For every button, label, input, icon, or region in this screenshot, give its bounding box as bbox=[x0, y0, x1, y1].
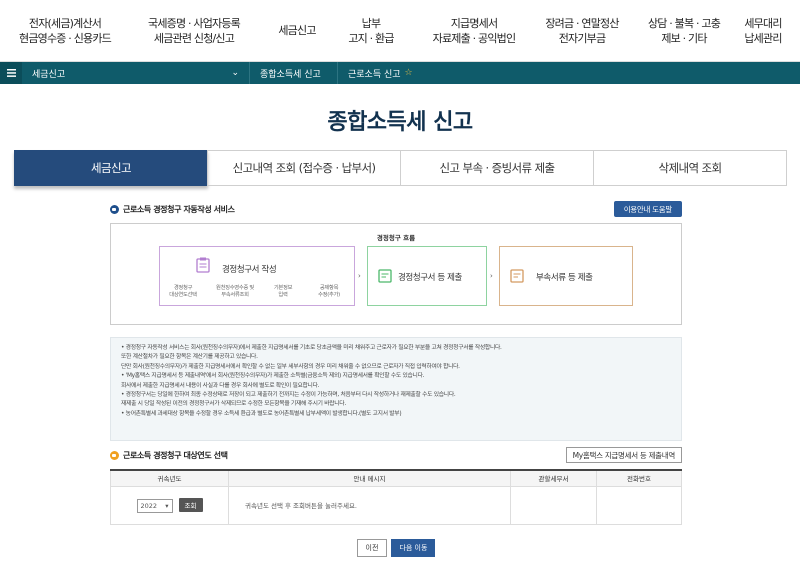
column-header-message: 안내 메시지 bbox=[228, 470, 511, 487]
nav-item-certificates[interactable]: 국세증명 · 사업자등록 세금관련 신청/신고 bbox=[124, 16, 264, 46]
flow-step-submit-label: 경정청구서 등 제출 bbox=[398, 273, 462, 283]
clipboard-icon bbox=[196, 257, 210, 273]
table-row: 2022 ▾ 조회 귀속년도 선택 후 조회버튼을 눌러주세요. bbox=[110, 485, 682, 525]
nav-item-label: 장려금 · 연말정산 bbox=[545, 16, 619, 30]
info-line: • 'My홈택스 지급명세서 등 제출내역'에서 회사(원천징수의무자)가 제출… bbox=[121, 373, 425, 380]
tab-attachments[interactable]: 신고 부속 · 증빙서류 제출 bbox=[400, 150, 594, 186]
breadcrumb-level1-label: 세금신고 bbox=[32, 69, 66, 80]
nav-item-label: 국세증명 · 사업자등록 bbox=[148, 16, 241, 30]
breadcrumb: 세금신고 ⌄ 종합소득세 신고 근로소득 신고 ☆ bbox=[0, 62, 800, 84]
column-header-phone: 전화번호 bbox=[596, 470, 682, 487]
document-icon bbox=[510, 269, 524, 283]
nav-item-einvoice[interactable]: 전자(세금)계산서 현금영수증 · 신용카드 bbox=[12, 16, 118, 46]
nav-item-sublabel: 납세관리 bbox=[744, 31, 782, 45]
breadcrumb-level3[interactable]: 근로소득 신고 ☆ bbox=[338, 62, 423, 84]
chevron-down-icon: ⌄ bbox=[231, 68, 239, 78]
nav-item-label: 전자(세금)계산서 bbox=[28, 16, 102, 30]
column-header-year: 귀속년도 bbox=[110, 470, 229, 487]
next-button[interactable]: 다음 이동 bbox=[391, 538, 436, 557]
query-button[interactable]: 조회 bbox=[178, 497, 203, 512]
prev-button[interactable]: 이전 bbox=[356, 538, 388, 557]
flow-step-write: 경정청구서 작성 경정청구 대상연도선택 원천징수영수증 및 부속서류조회 기본… bbox=[159, 246, 355, 306]
tab-filing-history[interactable]: 신고내역 조회 (접수증 · 납부서) bbox=[207, 150, 401, 186]
nav-item-tax-agent[interactable]: 세무대리 납세관리 bbox=[734, 16, 792, 46]
info-line: • 경정청구 자동작성 서비스는 회사(원천징수의무자)에서 제출한 지급명세서… bbox=[121, 345, 502, 351]
guide-message: 귀속년도 선택 후 조회버튼을 눌러주세요. bbox=[228, 485, 511, 525]
bullet-icon bbox=[110, 450, 119, 460]
info-line: • 농어촌특별세 과세대상 항목을 수정할 경우 소득세 환급과 별도로 농어촌… bbox=[121, 410, 402, 417]
breadcrumb-level2-label: 종합소득세 신고 bbox=[260, 69, 321, 80]
flow-substep: 경정청구 대상연도선택 bbox=[169, 285, 197, 298]
nav-item-statements[interactable]: 지급명세서 자료제출 · 공익법인 bbox=[422, 16, 526, 46]
nav-item-sublabel: 현금영수증 · 신용카드 bbox=[19, 31, 112, 45]
nav-item-sublabel: 자료제출 · 공익법인 bbox=[432, 31, 516, 45]
nav-item-consultation[interactable]: 상담 · 불복 · 고충 제보 · 기타 bbox=[638, 16, 730, 46]
phone-cell bbox=[596, 485, 682, 525]
nav-item-sublabel: 전자기부금 bbox=[558, 31, 606, 45]
top-navigation: 전자(세금)계산서 현금영수증 · 신용카드 국세증명 · 사업자등록 세금관련 신… bbox=[0, 0, 800, 62]
breadcrumb-level3-label: 근로소득 신고 bbox=[348, 69, 401, 80]
arrow-right-icon: › bbox=[358, 272, 361, 280]
favorite-star-icon[interactable]: ☆ bbox=[405, 68, 413, 78]
nav-item-tax-filing[interactable]: 세금신고 bbox=[268, 23, 326, 38]
tab-tax-filing[interactable]: 세금신고 bbox=[14, 150, 208, 186]
breadcrumb-level1[interactable]: 세금신고 ⌄ bbox=[22, 62, 250, 84]
nav-item-sublabel: 제보 · 기타 bbox=[661, 31, 707, 45]
flow-step-submit: 경정청구서 등 제출 bbox=[367, 246, 487, 306]
flow-step-attachments: 부속서류 등 제출 bbox=[499, 246, 633, 306]
flow-title: 경정청구 흐름 bbox=[376, 234, 416, 242]
tab-deleted-history[interactable]: 삭제내역 조회 bbox=[593, 150, 787, 186]
info-line: 단만 회사(원천징수의무자)가 제출한 지급명세서에서 확인할 수 없는 일부 … bbox=[121, 363, 460, 370]
column-header-tax-office: 관할세무서 bbox=[510, 470, 597, 487]
flow-substep: 기본정보 입력 bbox=[273, 285, 293, 298]
year-select-value: 2022 bbox=[140, 501, 158, 510]
nav-item-label: 상담 · 불복 · 고충 bbox=[647, 16, 721, 30]
nav-item-payment[interactable]: 납부 고지 · 환급 bbox=[332, 16, 410, 46]
nav-item-sublabel: 고지 · 환급 bbox=[348, 31, 394, 45]
bullet-icon bbox=[110, 204, 119, 214]
service-section: 근로소득 경정청구 자동작성 서비스 이용안내 도움말 경정청구 흐름 경정청구… bbox=[110, 201, 682, 557]
tab-bar: 세금신고 신고내역 조회 (접수증 · 납부서) 신고 부속 · 증빙서류 제출… bbox=[14, 150, 787, 186]
info-box: • 경정청구 자동작성 서비스는 회사(원천징수의무자)에서 제출한 지급명세서… bbox=[110, 337, 682, 441]
flow-step-write-label: 경정청구서 작성 bbox=[222, 265, 277, 275]
bottom-buttons: 이전 다음 이동 bbox=[110, 538, 682, 557]
service-heading: 근로소득 경정청구 자동작성 서비스 bbox=[123, 204, 235, 214]
nav-item-label: 세무대리 bbox=[744, 16, 782, 30]
chevron-down-icon: ▾ bbox=[165, 501, 169, 510]
flow-diagram: 경정청구 흐름 경정청구서 작성 경정청구 대상연도선택 원천징수영수증 및 부… bbox=[110, 223, 682, 325]
page-title: 종합소득세 신고 bbox=[327, 110, 473, 135]
flow-step-attachments-label: 부속서류 등 제출 bbox=[536, 273, 593, 283]
nav-item-sublabel: 세금관련 신청/신고 bbox=[153, 31, 235, 45]
help-guide-button[interactable]: 이용안내 도움말 bbox=[613, 201, 682, 217]
tax-office-cell bbox=[510, 485, 597, 525]
nav-item-label: 지급명세서 bbox=[450, 16, 498, 30]
info-line: • 경정청구서는 당일에 한하여 최종 수정상태로 저장이 되고 제출하기 전까… bbox=[121, 392, 456, 399]
info-line: 회사에서 제출한 지급명세서 내용이 사실과 다를 경우 회사에 별도로 확인이… bbox=[121, 382, 320, 389]
document-icon bbox=[378, 269, 392, 283]
info-line: 재제출 시 당일 작성된 이전의 경정청구서가 삭제되므로 수정한 모든항목을 … bbox=[121, 401, 346, 408]
nav-item-incentives[interactable]: 장려금 · 연말정산 전자기부금 bbox=[530, 16, 634, 46]
nav-item-label: 세금신고 bbox=[278, 24, 316, 37]
info-line: 또한 계산절차가 필요한 항목은 계산기를 제공하고 있습니다. bbox=[121, 354, 258, 361]
year-section-heading: 근로소득 경정청구 대상연도 선택 bbox=[123, 450, 228, 460]
nav-item-label: 납부 bbox=[361, 16, 381, 30]
flow-substep: 공제항목 수정(추가) bbox=[318, 285, 340, 298]
menu-icon[interactable] bbox=[0, 62, 22, 84]
year-table: 귀속년도 안내 메시지 관할세무서 전화번호 2022 ▾ 조회 귀속년도 선택 후… bbox=[110, 469, 682, 525]
year-select[interactable]: 2022 ▾ bbox=[136, 498, 173, 513]
flow-substep: 원천징수영수증 및 부속서류조회 bbox=[216, 285, 254, 298]
arrow-right-icon: › bbox=[490, 272, 493, 280]
breadcrumb-level2[interactable]: 종합소득세 신고 bbox=[250, 62, 338, 84]
my-hometax-statements-button[interactable]: My홈택스 지급명세서 등 제출내역 bbox=[565, 447, 682, 463]
